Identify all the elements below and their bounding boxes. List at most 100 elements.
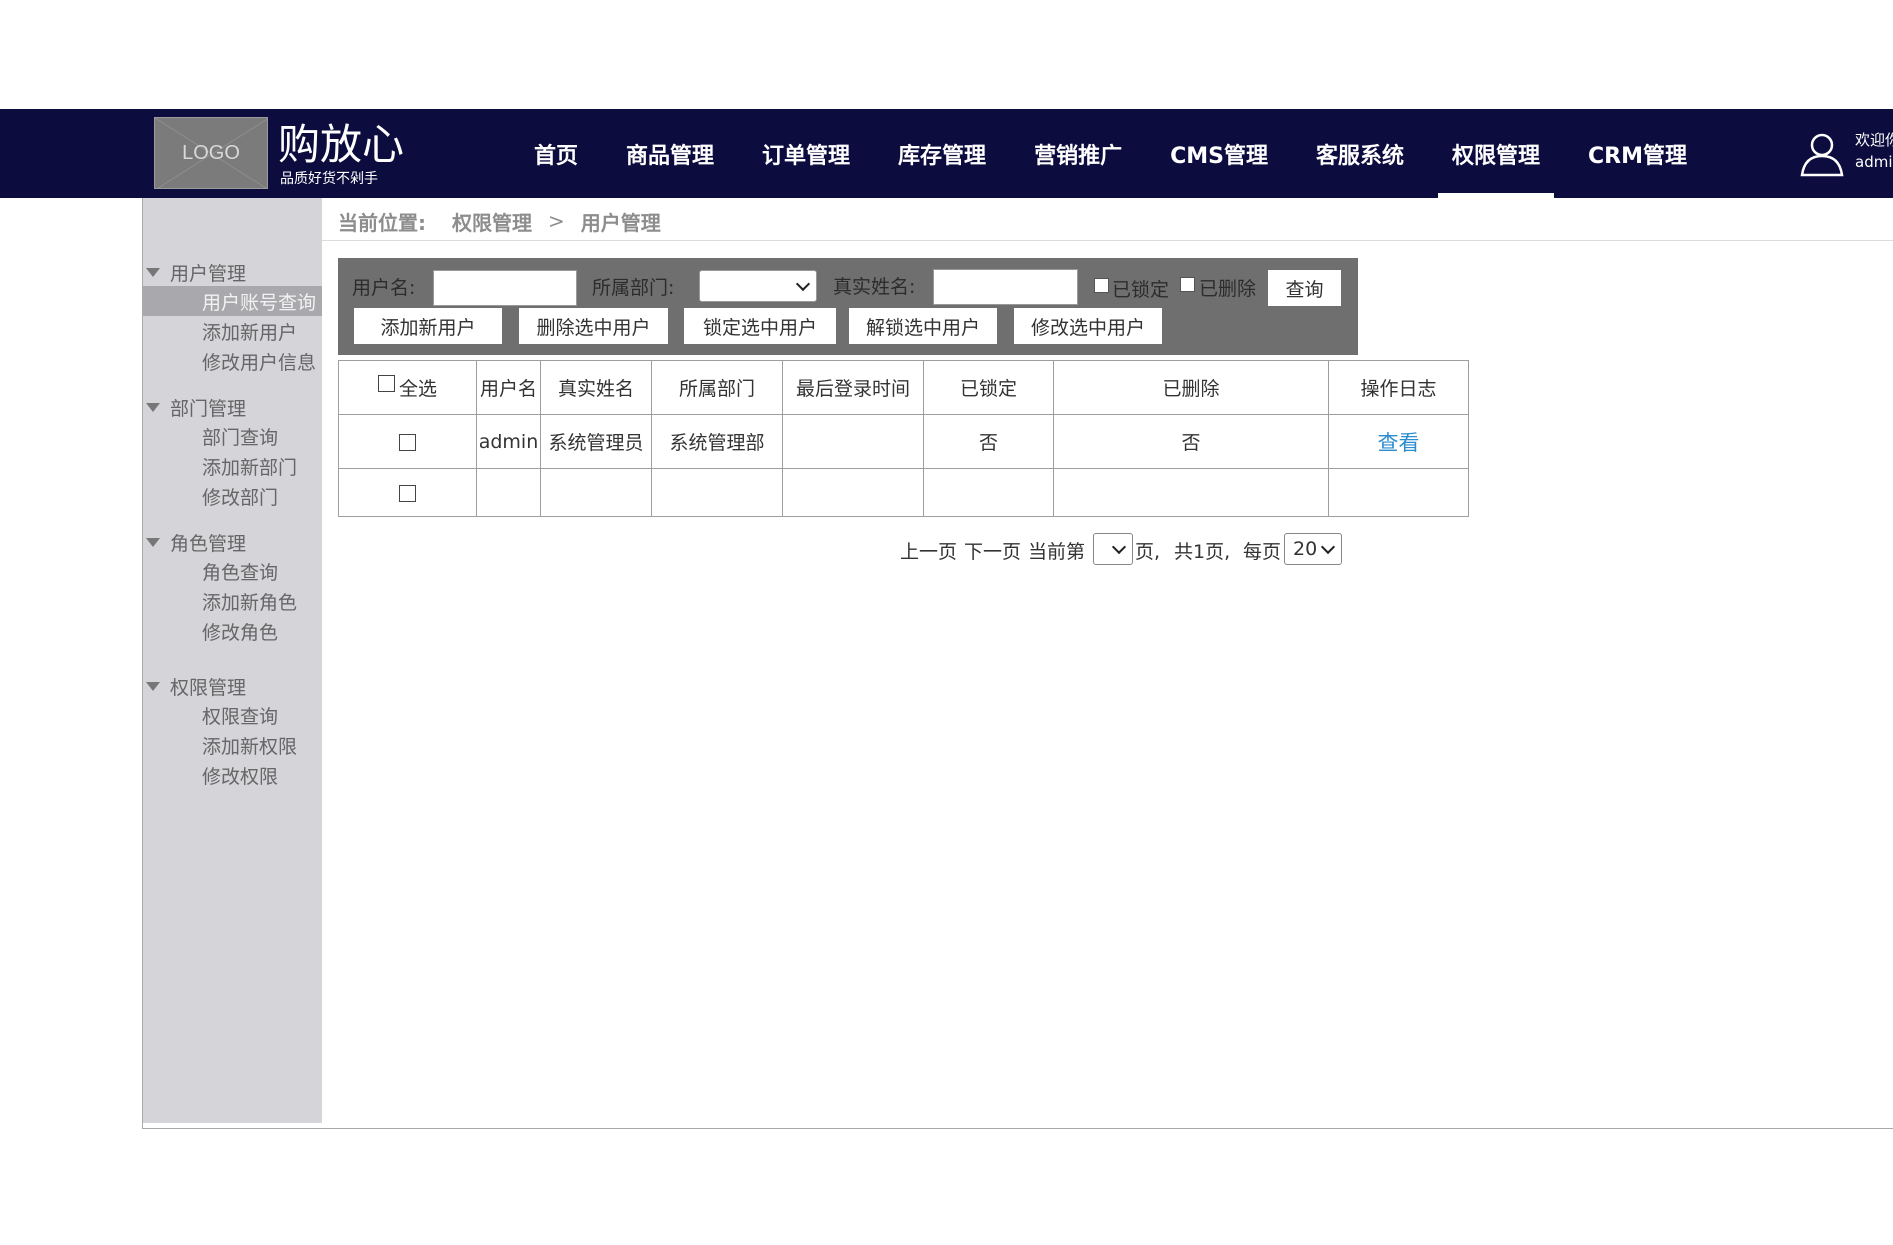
sidebar-group-permission[interactable]: 权限管理: [143, 672, 322, 700]
sidebar-group-title: 权限管理: [170, 676, 247, 699]
sidebar-item-user-query[interactable]: 用户账号查询: [143, 286, 322, 316]
per-page-select[interactable]: 20: [1284, 533, 1342, 565]
add-user-button[interactable]: 添加新用户: [354, 308, 502, 344]
cell-username: [476, 468, 541, 517]
cell-deleted: 否: [1053, 414, 1329, 469]
cell-dept: [651, 468, 783, 517]
collapse-triangle-icon: [146, 681, 160, 691]
breadcrumb: 当前位置: 权限管理 > 用户管理: [338, 207, 661, 236]
page-unit-label: 页,: [1135, 541, 1161, 563]
chevron-down-icon: [1320, 539, 1336, 555]
sidebar-item-add-user[interactable]: 添加新用户: [143, 316, 322, 346]
locked-label: 已锁定: [1112, 279, 1170, 301]
nav-marketing[interactable]: 营销推广: [1020, 109, 1136, 198]
sidebar-item-permission-query[interactable]: 权限查询: [143, 700, 322, 730]
select-all-checkbox[interactable]: [377, 375, 395, 392]
breadcrumb-level1[interactable]: 权限管理: [452, 207, 532, 236]
sidebar-item-edit-role[interactable]: 修改角色: [143, 616, 322, 646]
sidebar-group-title: 部门管理: [170, 397, 247, 420]
col-header-realname: 真实姓名: [540, 360, 652, 415]
sidebar-item-add-dept[interactable]: 添加新部门: [143, 451, 322, 481]
row-checkbox[interactable]: [399, 433, 416, 451]
nav-orders[interactable]: 订单管理: [748, 109, 864, 198]
current-page-label: 当前第: [1028, 541, 1086, 563]
edit-selected-button[interactable]: 修改选中用户: [1014, 308, 1162, 344]
unlock-selected-button[interactable]: 解锁选中用户: [849, 308, 997, 344]
username-input[interactable]: [433, 270, 577, 306]
col-header-locked: 已锁定: [923, 360, 1054, 415]
sidebar-group-user[interactable]: 用户管理: [143, 258, 322, 286]
user-table: 全选 用户名 真实姓名 所属部门 最后登录时间 已锁定 已删除 操作日志 adm…: [338, 360, 1469, 517]
sidebar-item-edit-dept[interactable]: 修改部门: [143, 481, 322, 511]
cell-realname: 系统管理员: [540, 414, 652, 469]
cell-locked: 否: [923, 414, 1054, 469]
realname-input[interactable]: [933, 269, 1078, 305]
username-label: 用户名:: [352, 277, 416, 299]
nav-inventory[interactable]: 库存管理: [884, 109, 1000, 198]
col-header-dept: 所属部门: [651, 360, 783, 415]
sidebar-group-role[interactable]: 角色管理: [143, 528, 322, 556]
col-header-log: 操作日志: [1328, 360, 1469, 415]
top-header: LOGO 购放心 品质好货不剁手 首页 商品管理 订单管理 库存管理 营销推广 …: [0, 109, 1893, 198]
collapse-triangle-icon: [146, 402, 160, 412]
nav-permissions[interactable]: 权限管理: [1437, 109, 1555, 198]
locked-checkbox[interactable]: [1094, 278, 1109, 293]
nav-customer-service[interactable]: 客服系统: [1302, 109, 1418, 198]
dept-select[interactable]: [699, 270, 817, 302]
table-row: admin 系统管理员 系统管理部 否 否 查看: [338, 414, 1469, 469]
cell-deleted: [1053, 468, 1329, 517]
brand-slogan: 品质好货不剁手: [280, 171, 378, 187]
col-header-deleted: 已删除: [1053, 360, 1329, 415]
current-page-select[interactable]: [1093, 533, 1133, 565]
table-header-row: 全选 用户名 真实姓名 所属部门 最后登录时间 已锁定 已删除 操作日志: [338, 360, 1469, 415]
view-log-link[interactable]: 查看: [1378, 431, 1420, 455]
col-header-username: 用户名: [476, 360, 541, 415]
cell-dept: 系统管理部: [651, 414, 783, 469]
sidebar-group-title: 角色管理: [170, 532, 247, 555]
sidebar-item-edit-user[interactable]: 修改用户信息: [143, 346, 322, 376]
main-nav: 首页 商品管理 订单管理 库存管理 营销推广 CMS管理 客服系统 权限管理 C…: [520, 109, 1721, 198]
collapse-triangle-icon: [146, 537, 160, 547]
search-panel: 用户名: 所属部门: 真实姓名: 已锁定 已删除 查询 添加新用户 删除选中用户…: [338, 258, 1358, 355]
chevron-down-icon: [1111, 539, 1127, 555]
breadcrumb-prefix: 当前位置:: [338, 210, 426, 235]
collapse-triangle-icon: [146, 267, 160, 277]
table-row: [338, 468, 1469, 517]
sidebar-item-dept-query[interactable]: 部门查询: [143, 421, 322, 451]
welcome-greeting: 欢迎你: [1855, 131, 1893, 149]
sidebar-item-edit-permission[interactable]: 修改权限: [143, 760, 322, 790]
cell-last-login: [782, 468, 924, 517]
sidebar-item-add-role[interactable]: 添加新角色: [143, 586, 322, 616]
deleted-checkbox[interactable]: [1180, 277, 1195, 292]
total-pages-label: 共1页,: [1174, 541, 1231, 563]
row-select-cell: [338, 468, 477, 517]
sidebar: 用户管理 用户账号查询 添加新用户 修改用户信息 部门管理 部门查询 添加新部门…: [143, 198, 322, 1123]
brand-name: 购放心: [278, 120, 405, 169]
sidebar-item-add-permission[interactable]: 添加新权限: [143, 730, 322, 760]
sidebar-item-role-query[interactable]: 角色查询: [143, 556, 322, 586]
nav-cms[interactable]: CMS管理: [1156, 109, 1282, 198]
sidebar-group-dept[interactable]: 部门管理: [143, 393, 322, 421]
deleted-label: 已删除: [1199, 278, 1257, 300]
row-checkbox[interactable]: [399, 484, 416, 502]
row-select-cell: [338, 414, 477, 469]
select-all-header[interactable]: 全选: [338, 360, 477, 415]
nav-products[interactable]: 商品管理: [612, 109, 728, 198]
breadcrumb-divider: [322, 240, 1893, 241]
select-all-label: 全选: [398, 378, 437, 400]
nav-crm[interactable]: CRM管理: [1574, 109, 1701, 198]
query-button[interactable]: 查询: [1268, 270, 1341, 306]
next-page-link[interactable]: 下一页: [964, 537, 1021, 564]
user-icon[interactable]: [1798, 129, 1846, 181]
delete-selected-button[interactable]: 删除选中用户: [519, 308, 668, 344]
logo-placeholder: LOGO: [154, 117, 268, 189]
lock-selected-button[interactable]: 锁定选中用户: [684, 308, 836, 344]
cell-log: [1328, 468, 1469, 517]
dept-label: 所属部门:: [592, 277, 675, 299]
nav-home[interactable]: 首页: [520, 109, 592, 198]
welcome-text: 欢迎你 admin: [1855, 129, 1893, 173]
breadcrumb-level2: 用户管理: [580, 210, 661, 235]
prev-page-link[interactable]: 上一页: [900, 537, 957, 564]
welcome-username: admin: [1855, 153, 1893, 171]
per-page-label: 每页: [1243, 541, 1282, 563]
